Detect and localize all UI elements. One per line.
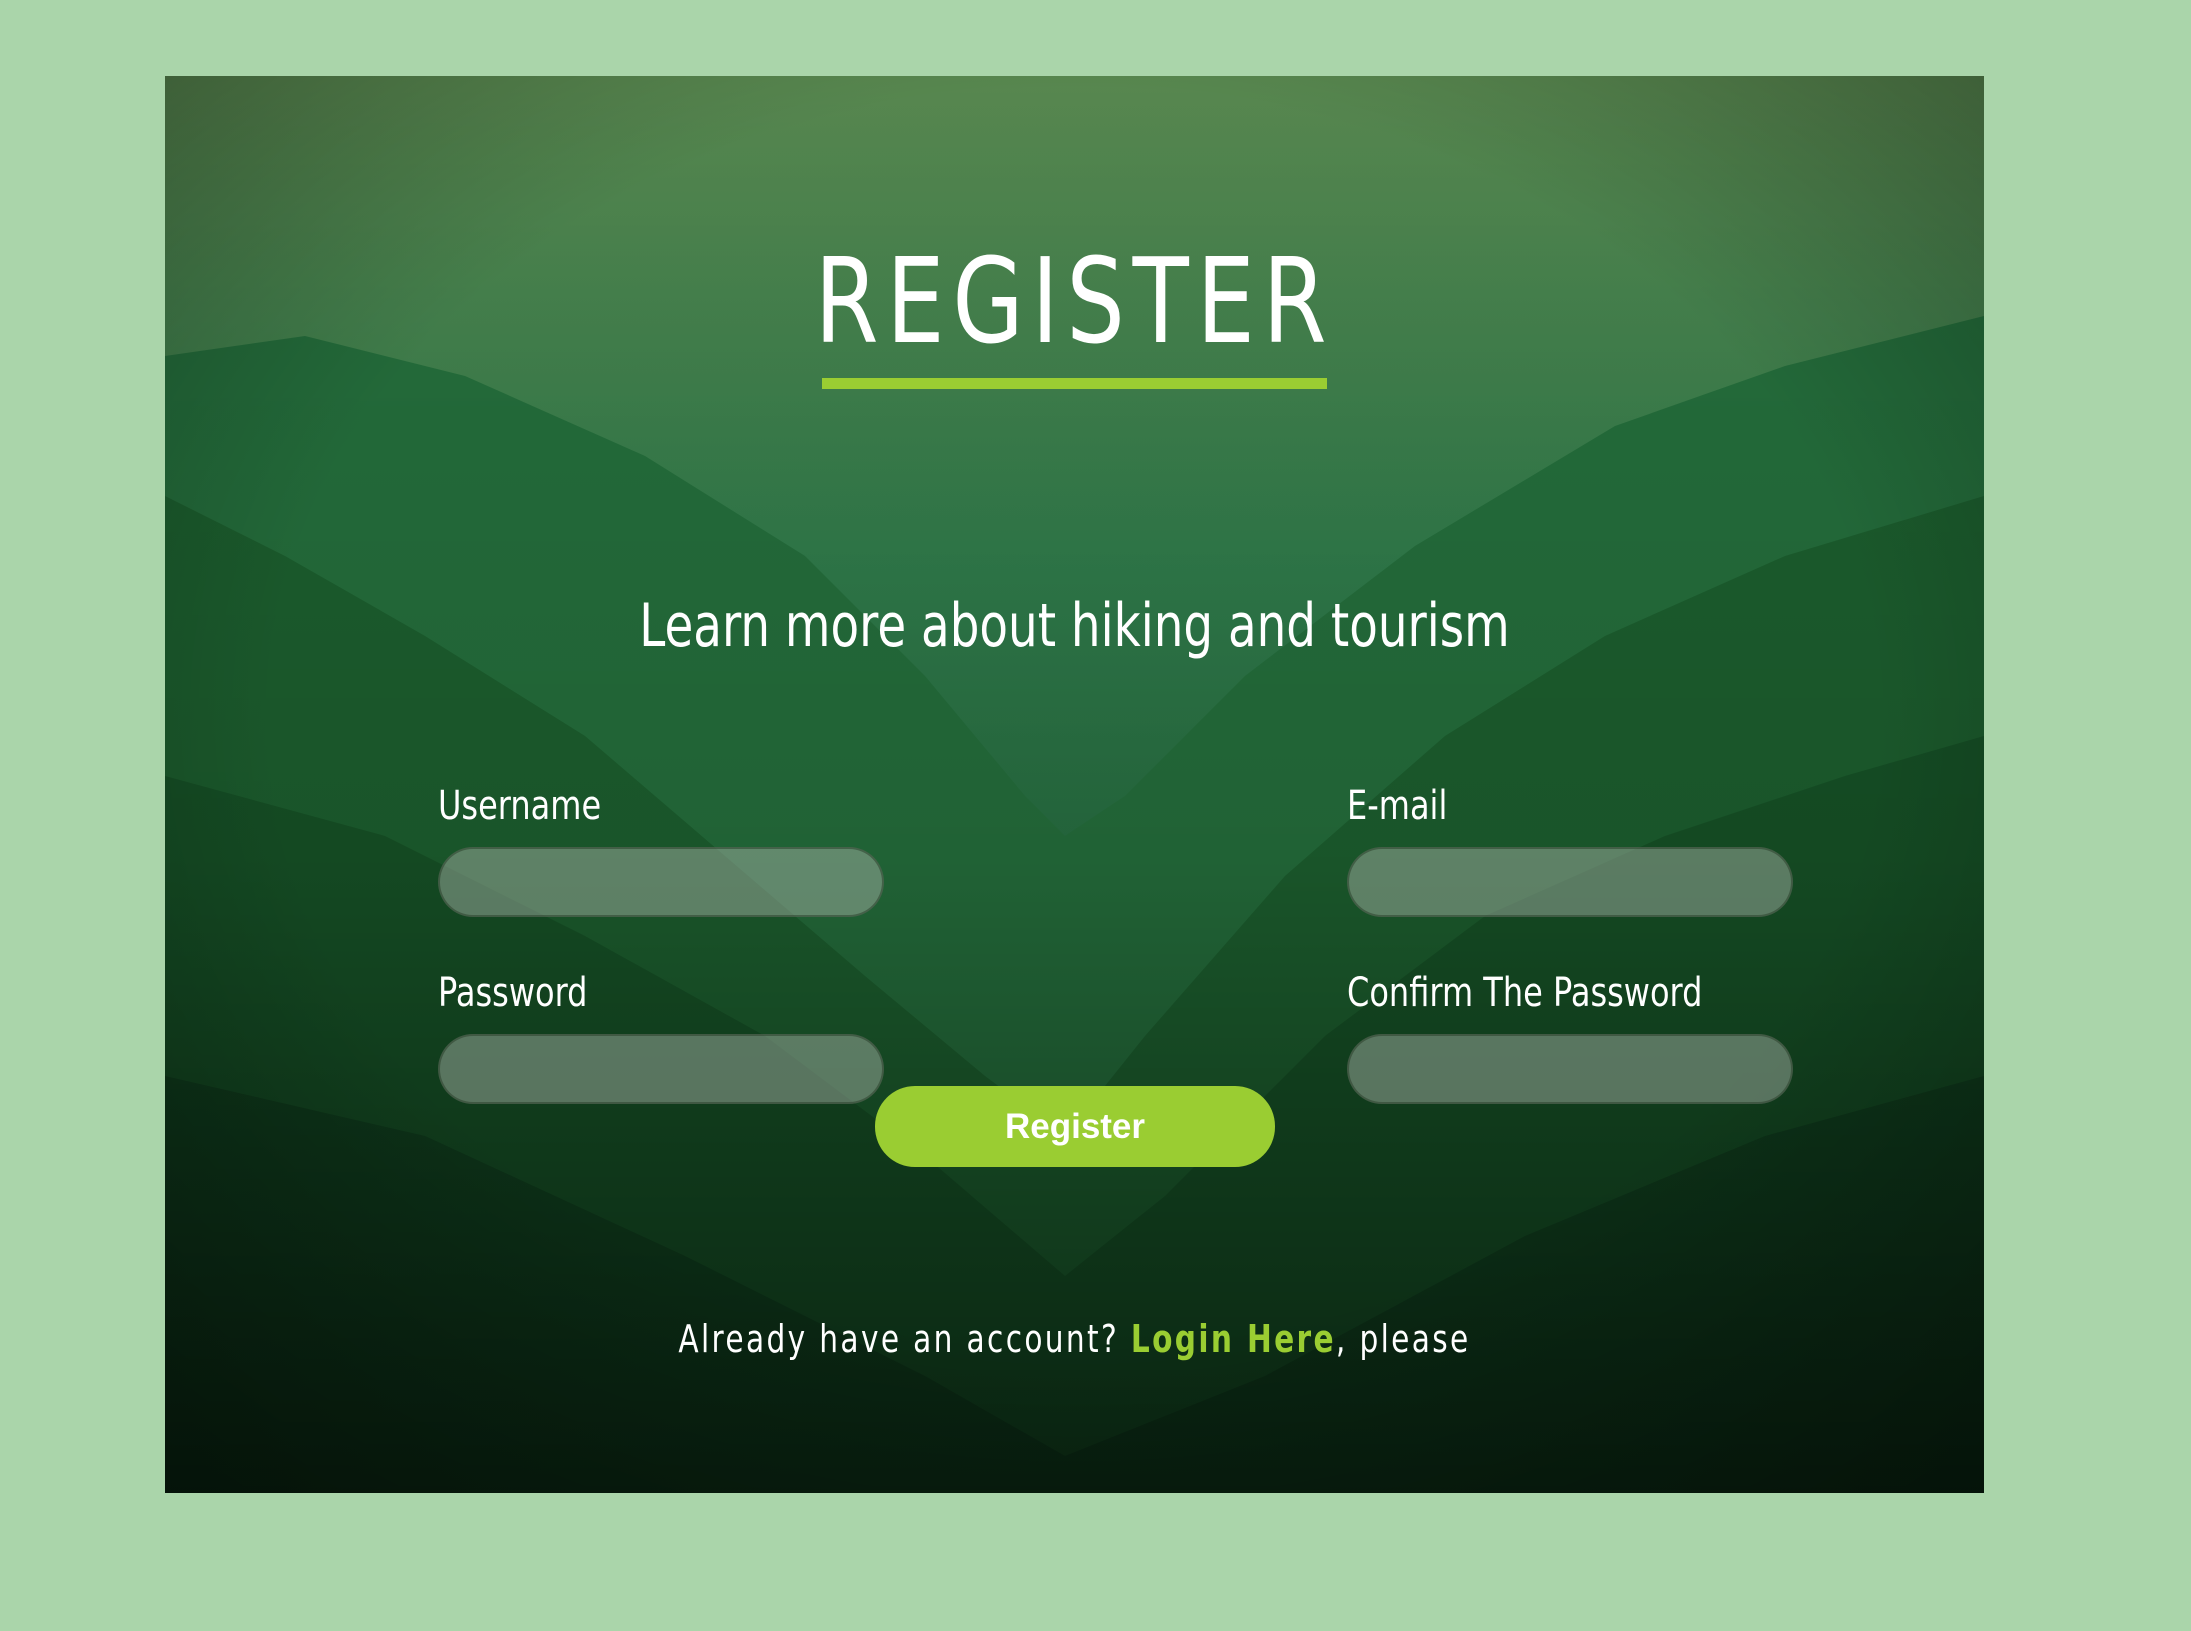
email-input[interactable] [1347,847,1793,917]
login-here-link[interactable]: Login Here [1131,1317,1336,1361]
username-input[interactable] [438,847,884,917]
login-prompt-text: Already have an account? [678,1317,1131,1361]
confirm-password-label: Confirm The Password [1347,970,1703,1016]
register-card: REGISTER Learn more about hiking and tou… [165,76,1984,1493]
page-title: REGISTER [814,232,1335,370]
password-input[interactable] [438,1034,884,1104]
title-underline [822,378,1327,389]
email-label: E-mail [1347,783,1448,829]
register-form-container: REGISTER Learn more about hiking and tou… [165,76,1984,1493]
page-subtitle: Learn more about hiking and tourism [639,591,1510,661]
login-prompt-suffix: , please [1335,1317,1471,1361]
confirm-password-input[interactable] [1347,1034,1793,1104]
username-label: Username [438,783,602,829]
login-prompt: Already have an account? Login Here, ple… [365,1320,1784,1358]
register-button[interactable]: Register [875,1086,1275,1167]
password-label: Password [438,970,588,1016]
